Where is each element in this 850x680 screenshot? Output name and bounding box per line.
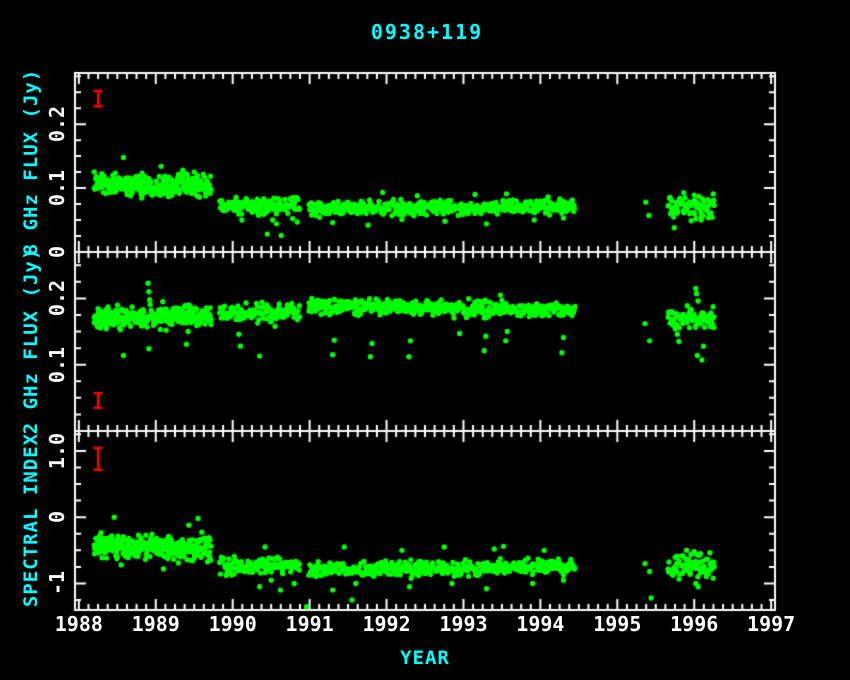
y-tick-spectral-index--1: -1 (45, 571, 69, 595)
x-tick-1989: 1989 (132, 612, 180, 636)
y-tick-flux-8ghz-0.2: 0.2 (45, 106, 69, 142)
x-tick-1994: 1994 (516, 612, 564, 636)
x-tick-1997: 1997 (747, 612, 795, 636)
y-axis-label-2ghz: 2 GHz FLUX (Jy) (20, 248, 42, 435)
y-tick-flux-2ghz-0.2: 0.2 (45, 280, 69, 316)
x-tick-1988: 1988 (55, 612, 103, 636)
x-tick-1990: 1990 (209, 612, 257, 636)
light-curve-figure: 0938+119 8 GHz FLUX (Jy) 2 GHz FLUX (Jy)… (0, 0, 850, 680)
y-axis-label-spectral-index: SPECTRAL INDEX (20, 433, 42, 607)
plot-canvas (0, 0, 850, 680)
y-tick-flux-8ghz-0: 0 (45, 246, 69, 258)
x-tick-1993: 1993 (439, 612, 487, 636)
y-tick-spectral-index-1.0: 1.0 (45, 433, 69, 469)
x-axis-label: YEAR (400, 647, 450, 669)
x-tick-1996: 1996 (670, 612, 718, 636)
y-axis-label-8ghz: 8 GHz FLUX (Jy) (20, 69, 42, 256)
x-tick-1991: 1991 (286, 612, 334, 636)
y-tick-spectral-index-0: 0 (45, 511, 69, 523)
chart-title: 0938+119 (371, 20, 483, 44)
x-tick-1995: 1995 (593, 612, 641, 636)
y-tick-flux-8ghz-0.1: 0.1 (45, 170, 69, 206)
y-tick-flux-2ghz-0.1: 0.1 (45, 347, 69, 383)
x-tick-1992: 1992 (362, 612, 410, 636)
